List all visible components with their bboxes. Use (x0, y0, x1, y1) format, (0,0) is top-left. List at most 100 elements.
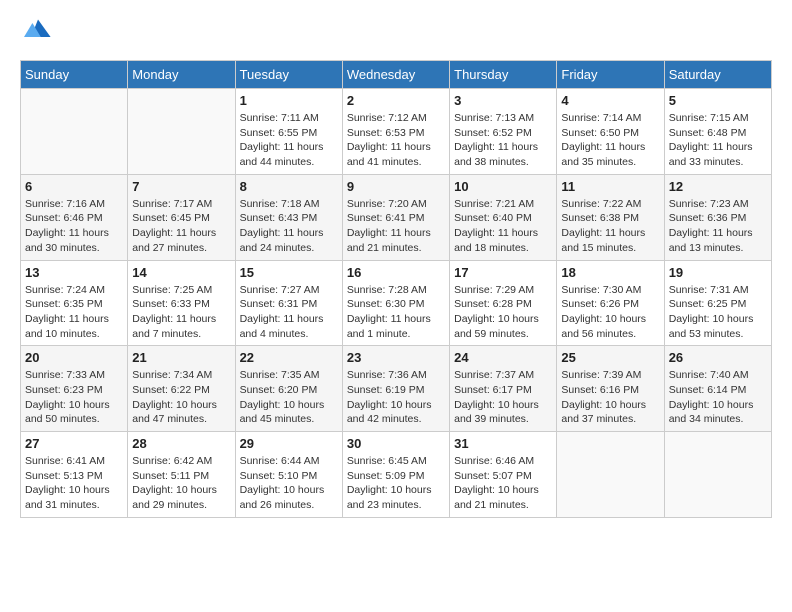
calendar-cell: 24 Sunrise: 7:37 AMSunset: 6:17 PMDayligh… (450, 346, 557, 432)
calendar-cell: 12 Sunrise: 7:23 AMSunset: 6:36 PMDayligh… (664, 174, 771, 260)
day-info: Sunrise: 7:37 AMSunset: 6:17 PMDaylight:… (454, 368, 552, 427)
day-info: Sunrise: 7:23 AMSunset: 6:36 PMDaylight:… (669, 197, 767, 256)
col-header-saturday: Saturday (664, 61, 771, 89)
day-number: 18 (561, 265, 659, 280)
calendar-cell (21, 89, 128, 175)
day-number: 30 (347, 436, 445, 451)
calendar-cell: 10Sunrise: 7:21 AMSunset: 6:40 PMDayligh… (450, 174, 557, 260)
calendar-cell: 17 Sunrise: 7:29 AMSunset: 6:28 PMDayligh… (450, 260, 557, 346)
day-info: Sunrise: 6:46 AMSunset: 5:07 PMDaylight:… (454, 454, 552, 513)
day-info: Sunrise: 7:21 AMSunset: 6:40 PMDaylight:… (454, 197, 552, 256)
day-info: Sunrise: 7:31 AMSunset: 6:25 PMDaylight:… (669, 283, 767, 342)
day-number: 8 (240, 179, 338, 194)
calendar-cell (664, 432, 771, 518)
day-info: Sunrise: 7:30 AMSunset: 6:26 PMDaylight:… (561, 283, 659, 342)
calendar-cell: 5 Sunrise: 7:15 AMSunset: 6:48 PMDaylight… (664, 89, 771, 175)
calendar-cell: 30 Sunrise: 6:45 AMSunset: 5:09 PMDayligh… (342, 432, 449, 518)
day-info: Sunrise: 6:41 AMSunset: 5:13 PMDaylight:… (25, 454, 123, 513)
day-info: Sunrise: 7:22 AMSunset: 6:38 PMDaylight:… (561, 197, 659, 256)
calendar-cell: 29 Sunrise: 6:44 AMSunset: 5:10 PMDayligh… (235, 432, 342, 518)
day-info: Sunrise: 6:45 AMSunset: 5:09 PMDaylight:… (347, 454, 445, 513)
calendar-cell: 8 Sunrise: 7:18 AMSunset: 6:43 PMDaylight… (235, 174, 342, 260)
calendar-cell: 19Sunrise: 7:31 AMSunset: 6:25 PMDayligh… (664, 260, 771, 346)
calendar-cell: 7 Sunrise: 7:17 AMSunset: 6:45 PMDaylight… (128, 174, 235, 260)
logo (20, 20, 52, 44)
day-number: 11 (561, 179, 659, 194)
calendar-week-row: 20 Sunrise: 7:33 AMSunset: 6:23 PMDayligh… (21, 346, 772, 432)
day-number: 6 (25, 179, 123, 194)
day-number: 26 (669, 350, 767, 365)
day-info: Sunrise: 7:13 AMSunset: 6:52 PMDaylight:… (454, 111, 552, 170)
calendar-cell (557, 432, 664, 518)
day-info: Sunrise: 7:17 AMSunset: 6:45 PMDaylight:… (132, 197, 230, 256)
calendar-header-row: SundayMondayTuesdayWednesdayThursdayFrid… (21, 61, 772, 89)
day-number: 27 (25, 436, 123, 451)
calendar-week-row: 13 Sunrise: 7:24 AMSunset: 6:35 PMDayligh… (21, 260, 772, 346)
calendar-cell: 21Sunrise: 7:34 AMSunset: 6:22 PMDayligh… (128, 346, 235, 432)
day-info: Sunrise: 7:18 AMSunset: 6:43 PMDaylight:… (240, 197, 338, 256)
calendar-cell: 28Sunrise: 6:42 AMSunset: 5:11 PMDayligh… (128, 432, 235, 518)
day-number: 9 (347, 179, 445, 194)
day-info: Sunrise: 7:14 AMSunset: 6:50 PMDaylight:… (561, 111, 659, 170)
header (20, 20, 772, 44)
day-info: Sunrise: 7:39 AMSunset: 6:16 PMDaylight:… (561, 368, 659, 427)
calendar-cell: 22Sunrise: 7:35 AMSunset: 6:20 PMDayligh… (235, 346, 342, 432)
day-number: 17 (454, 265, 552, 280)
calendar-cell: 20 Sunrise: 7:33 AMSunset: 6:23 PMDayligh… (21, 346, 128, 432)
calendar-cell (128, 89, 235, 175)
day-info: Sunrise: 7:35 AMSunset: 6:20 PMDaylight:… (240, 368, 338, 427)
day-info: Sunrise: 7:29 AMSunset: 6:28 PMDaylight:… (454, 283, 552, 342)
calendar-cell: 16 Sunrise: 7:28 AMSunset: 6:30 PMDayligh… (342, 260, 449, 346)
col-header-tuesday: Tuesday (235, 61, 342, 89)
day-number: 3 (454, 93, 552, 108)
logo-icon (24, 16, 52, 44)
calendar-week-row: 27 Sunrise: 6:41 AMSunset: 5:13 PMDayligh… (21, 432, 772, 518)
calendar-cell: 13 Sunrise: 7:24 AMSunset: 6:35 PMDayligh… (21, 260, 128, 346)
day-number: 31 (454, 436, 552, 451)
calendar-week-row: 6 Sunrise: 7:16 AMSunset: 6:46 PMDaylight… (21, 174, 772, 260)
day-number: 15 (240, 265, 338, 280)
day-info: Sunrise: 7:33 AMSunset: 6:23 PMDaylight:… (25, 368, 123, 427)
day-info: Sunrise: 7:34 AMSunset: 6:22 PMDaylight:… (132, 368, 230, 427)
day-info: Sunrise: 7:24 AMSunset: 6:35 PMDaylight:… (25, 283, 123, 342)
day-number: 25 (561, 350, 659, 365)
day-info: Sunrise: 7:27 AMSunset: 6:31 PMDaylight:… (240, 283, 338, 342)
day-number: 14 (132, 265, 230, 280)
calendar-cell: 6 Sunrise: 7:16 AMSunset: 6:46 PMDaylight… (21, 174, 128, 260)
day-number: 23 (347, 350, 445, 365)
calendar-cell: 15 Sunrise: 7:27 AMSunset: 6:31 PMDayligh… (235, 260, 342, 346)
calendar-cell: 18 Sunrise: 7:30 AMSunset: 6:26 PMDayligh… (557, 260, 664, 346)
day-number: 16 (347, 265, 445, 280)
day-number: 2 (347, 93, 445, 108)
calendar-cell: 14 Sunrise: 7:25 AMSunset: 6:33 PMDayligh… (128, 260, 235, 346)
calendar: SundayMondayTuesdayWednesdayThursdayFrid… (20, 60, 772, 518)
day-number: 13 (25, 265, 123, 280)
day-number: 4 (561, 93, 659, 108)
day-number: 5 (669, 93, 767, 108)
calendar-cell: 26Sunrise: 7:40 AMSunset: 6:14 PMDayligh… (664, 346, 771, 432)
day-info: Sunrise: 7:12 AMSunset: 6:53 PMDaylight:… (347, 111, 445, 170)
calendar-cell: 4 Sunrise: 7:14 AMSunset: 6:50 PMDaylight… (557, 89, 664, 175)
calendar-cell: 25 Sunrise: 7:39 AMSunset: 6:16 PMDayligh… (557, 346, 664, 432)
day-number: 20 (25, 350, 123, 365)
col-header-wednesday: Wednesday (342, 61, 449, 89)
calendar-cell: 3 Sunrise: 7:13 AMSunset: 6:52 PMDaylight… (450, 89, 557, 175)
calendar-cell: 1 Sunrise: 7:11 AMSunset: 6:55 PMDaylight… (235, 89, 342, 175)
day-number: 12 (669, 179, 767, 194)
col-header-friday: Friday (557, 61, 664, 89)
day-info: Sunrise: 7:15 AMSunset: 6:48 PMDaylight:… (669, 111, 767, 170)
col-header-sunday: Sunday (21, 61, 128, 89)
day-info: Sunrise: 6:44 AMSunset: 5:10 PMDaylight:… (240, 454, 338, 513)
day-info: Sunrise: 7:16 AMSunset: 6:46 PMDaylight:… (25, 197, 123, 256)
day-number: 1 (240, 93, 338, 108)
day-number: 7 (132, 179, 230, 194)
col-header-thursday: Thursday (450, 61, 557, 89)
day-number: 29 (240, 436, 338, 451)
day-number: 24 (454, 350, 552, 365)
col-header-monday: Monday (128, 61, 235, 89)
calendar-cell: 2 Sunrise: 7:12 AMSunset: 6:53 PMDaylight… (342, 89, 449, 175)
day-info: Sunrise: 7:11 AMSunset: 6:55 PMDaylight:… (240, 111, 338, 170)
calendar-cell: 23Sunrise: 7:36 AMSunset: 6:19 PMDayligh… (342, 346, 449, 432)
day-info: Sunrise: 7:25 AMSunset: 6:33 PMDaylight:… (132, 283, 230, 342)
day-info: Sunrise: 7:28 AMSunset: 6:30 PMDaylight:… (347, 283, 445, 342)
